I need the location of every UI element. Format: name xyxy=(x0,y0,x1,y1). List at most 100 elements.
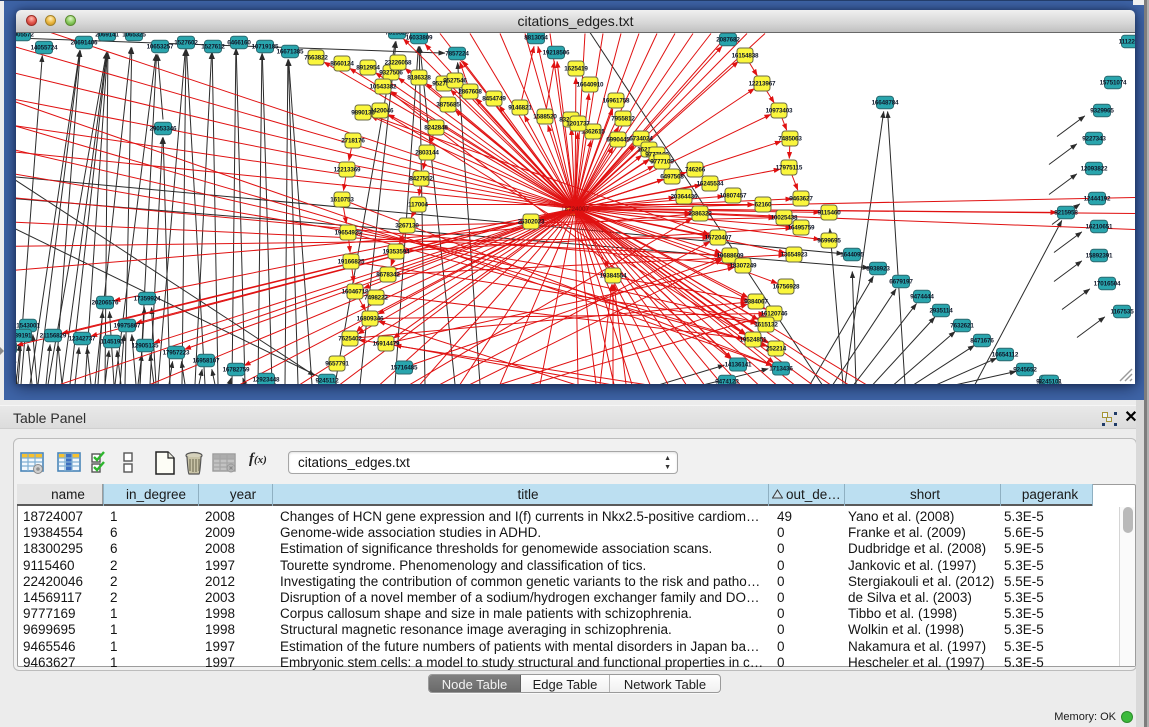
svg-text:10719185: 10719185 xyxy=(252,43,279,50)
svg-text:17016504: 17016504 xyxy=(1094,280,1121,287)
svg-text:16958107: 16958107 xyxy=(193,357,220,364)
svg-text:16961758: 16961758 xyxy=(603,97,630,104)
svg-text:16809346: 16809346 xyxy=(357,315,384,322)
svg-text:39191: 39191 xyxy=(16,332,32,339)
svg-text:7625402: 7625402 xyxy=(338,335,362,342)
svg-text:1644095: 1644095 xyxy=(840,251,864,258)
svg-text:2803144: 2803144 xyxy=(415,149,439,156)
svg-text:10807457: 10807457 xyxy=(720,192,747,199)
svg-text:2867608: 2867608 xyxy=(458,88,482,95)
svg-text:8660124: 8660124 xyxy=(330,60,354,67)
svg-text:13654923: 13654923 xyxy=(781,251,808,258)
svg-text:8215958: 8215958 xyxy=(1054,209,1078,216)
svg-text:1625419: 1625419 xyxy=(564,65,588,72)
svg-text:19975867: 19975867 xyxy=(114,322,141,329)
svg-text:6497568: 6497568 xyxy=(660,173,684,180)
svg-text:1543001: 1543001 xyxy=(16,344,20,351)
svg-text:8242848: 8242848 xyxy=(424,124,448,131)
svg-text:16756928: 16756928 xyxy=(773,283,800,290)
svg-text:9463627: 9463627 xyxy=(789,195,813,202)
svg-text:19384554: 19384554 xyxy=(600,272,627,279)
svg-text:14055724: 14055724 xyxy=(31,44,58,51)
svg-text:9657791: 9657791 xyxy=(325,360,349,367)
svg-text:15751074: 15751074 xyxy=(1100,79,1127,86)
svg-text:18307249: 18307249 xyxy=(730,262,757,269)
svg-text:12093822: 12093822 xyxy=(1081,165,1108,172)
svg-text:117004: 117004 xyxy=(408,201,428,208)
svg-text:9245112: 9245112 xyxy=(315,377,339,384)
svg-text:1527602: 1527602 xyxy=(174,39,198,46)
svg-text:746266: 746266 xyxy=(685,166,706,173)
svg-text:8938923: 8938923 xyxy=(866,265,890,272)
svg-text:16154838: 16154838 xyxy=(732,52,759,59)
svg-text:8427552: 8427552 xyxy=(409,175,433,182)
svg-text:10653257: 10653257 xyxy=(147,43,174,50)
svg-text:10654112: 10654112 xyxy=(992,351,1019,358)
svg-text:19353594: 19353594 xyxy=(383,248,410,255)
svg-text:9890136: 9890136 xyxy=(351,109,375,116)
svg-text:12342737: 12342737 xyxy=(69,335,96,342)
svg-text:8813054: 8813054 xyxy=(524,34,548,41)
svg-text:9146821: 9146821 xyxy=(508,104,532,111)
svg-text:12213369: 12213369 xyxy=(334,166,361,173)
svg-text:7955812: 7955812 xyxy=(611,115,635,122)
svg-text:1905572: 1905572 xyxy=(16,33,34,39)
svg-text:20206576: 20206576 xyxy=(92,299,119,306)
svg-text:7663822: 7663822 xyxy=(304,54,328,61)
svg-text:15716485: 15716485 xyxy=(391,364,418,371)
svg-text:12213967: 12213967 xyxy=(749,80,776,87)
svg-text:9115460: 9115460 xyxy=(817,209,841,216)
svg-text:20364436: 20364436 xyxy=(671,193,698,200)
svg-text:21156829: 21156829 xyxy=(40,332,67,339)
svg-text:9777109: 9777109 xyxy=(650,158,674,165)
svg-text:1543001: 1543001 xyxy=(16,322,40,329)
svg-text:1112204: 1112204 xyxy=(1119,38,1135,45)
svg-text:2718176: 2718176 xyxy=(341,137,365,144)
svg-text:16640910: 16640910 xyxy=(577,81,604,88)
svg-text:1713436: 1713436 xyxy=(769,365,793,372)
svg-text:2386322: 2386322 xyxy=(688,210,712,217)
svg-text:2069141: 2069141 xyxy=(95,33,119,39)
svg-text:2935114: 2935114 xyxy=(929,307,953,314)
svg-text:8454749: 8454749 xyxy=(482,95,506,102)
svg-text:20691406: 20691406 xyxy=(71,39,98,46)
svg-text:10973403: 10973403 xyxy=(766,107,793,114)
svg-text:23226058: 23226058 xyxy=(385,59,412,66)
svg-text:16120746: 16120746 xyxy=(761,310,788,317)
svg-text:3267130: 3267130 xyxy=(395,222,419,229)
svg-text:8186328: 8186328 xyxy=(407,74,431,81)
svg-text:9245652: 9245652 xyxy=(1013,366,1037,373)
svg-text:1527612: 1527612 xyxy=(201,43,225,50)
svg-text:8678342: 8678342 xyxy=(376,271,400,278)
svg-text:14136141: 14136141 xyxy=(725,361,752,368)
svg-text:62160: 62160 xyxy=(755,201,772,208)
svg-text:6990445: 6990445 xyxy=(606,136,630,143)
svg-text:7857224: 7857224 xyxy=(445,50,469,57)
svg-text:9329965: 9329965 xyxy=(1090,107,1114,114)
svg-text:15720407: 15720407 xyxy=(705,234,732,241)
svg-text:1610753: 1610753 xyxy=(330,196,354,203)
svg-text:6466160: 6466160 xyxy=(227,39,251,46)
svg-text:15892391: 15892391 xyxy=(1086,252,1113,259)
svg-text:9699695: 9699695 xyxy=(817,237,841,244)
svg-text:9327506: 9327506 xyxy=(379,69,403,76)
svg-text:10543382: 10543382 xyxy=(370,83,397,90)
svg-text:6734024: 6734024 xyxy=(629,135,653,142)
svg-text:1065325: 1065325 xyxy=(122,33,146,39)
svg-text:19218506: 19218506 xyxy=(543,49,570,56)
svg-text:16914479: 16914479 xyxy=(373,340,400,347)
svg-text:1167535: 1167535 xyxy=(1110,308,1134,315)
svg-text:19524851: 19524851 xyxy=(740,336,767,343)
svg-text:7632621: 7632621 xyxy=(950,322,974,329)
svg-text:12923448: 12923448 xyxy=(253,376,280,383)
svg-text:9227343: 9227343 xyxy=(1082,135,1106,142)
svg-text:17957223: 17957223 xyxy=(163,349,190,356)
svg-text:9384067: 9384067 xyxy=(744,298,768,305)
svg-text:16245534: 16245534 xyxy=(697,180,724,187)
svg-text:19654925: 19654925 xyxy=(335,229,362,236)
svg-text:2087682: 2087682 xyxy=(716,36,740,43)
svg-text:18724007: 18724007 xyxy=(561,206,590,213)
svg-text:16671385: 16671385 xyxy=(277,48,304,55)
svg-text:252214: 252214 xyxy=(766,345,787,352)
svg-text:16210651: 16210651 xyxy=(1086,223,1113,230)
